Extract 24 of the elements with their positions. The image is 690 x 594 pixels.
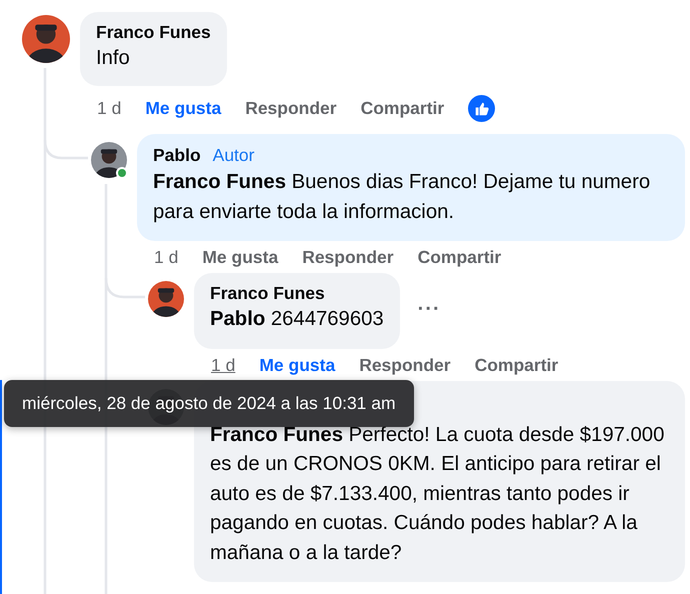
tooltip: miércoles, 28 de agosto de 2024 a las 10:31 am	[4, 380, 414, 427]
avatar[interactable]	[148, 281, 184, 318]
timestamp-link[interactable]: 1 d	[97, 94, 122, 122]
reply-link[interactable]: Responder	[245, 94, 337, 122]
like-link[interactable]: Me gusta	[259, 352, 336, 378]
share-link[interactable]: Compartir	[418, 244, 502, 270]
author-name[interactable]: Franco Funes	[210, 281, 325, 306]
like-link[interactable]: Me gusta	[202, 244, 278, 270]
avatar[interactable]	[91, 142, 127, 178]
reply-link[interactable]: Responder	[359, 352, 451, 378]
share-link[interactable]: Compartir	[474, 352, 558, 378]
author-name[interactable]: Franco Funes	[96, 20, 211, 44]
reply-link[interactable]: Responder	[302, 244, 394, 270]
author-label: Autor	[212, 144, 254, 167]
avatar[interactable]	[22, 15, 70, 63]
comment-text: Pablo 2644769603	[210, 307, 384, 332]
comment-text: Info	[96, 46, 131, 71]
timestamp-link[interactable]: 1 d	[211, 352, 236, 378]
share-link[interactable]: Compartir	[360, 94, 444, 122]
comment-text: Franco Funes Buenos dias Franco! Dejame tu numero para enviarte toda la informacion.	[153, 170, 652, 225]
author-name[interactable]: Pablo	[153, 143, 201, 168]
more-options-button[interactable]: ···	[418, 299, 441, 320]
like-link[interactable]: Me gusta	[145, 94, 222, 122]
timestamp-link[interactable]: 1 d	[154, 244, 178, 270]
